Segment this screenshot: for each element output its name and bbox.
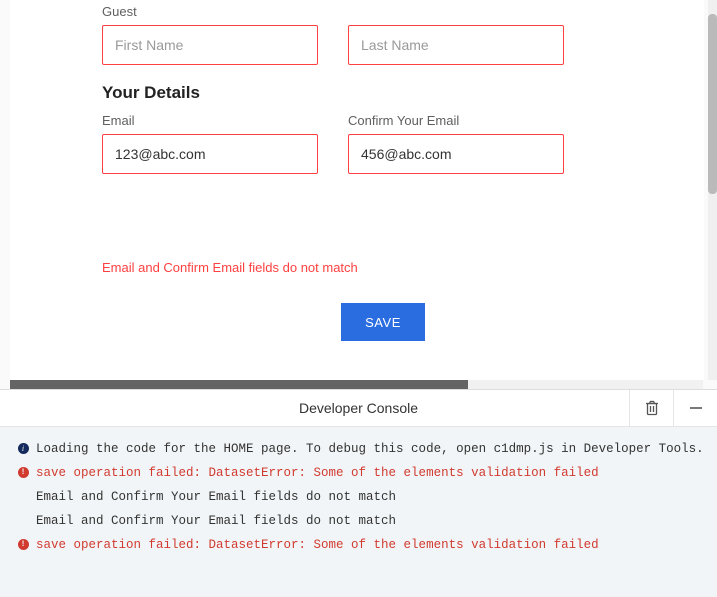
info-icon [18, 443, 29, 454]
console-log-text: save operation failed: DatasetError: Som… [30, 461, 599, 485]
console-log-line: Loading the code for the HOME page. To d… [16, 437, 701, 461]
first-name-input[interactable] [102, 25, 318, 65]
confirm-email-label: Confirm Your Email [348, 113, 564, 128]
your-details-heading: Your Details [102, 83, 664, 103]
last-name-input[interactable] [348, 25, 564, 65]
error-icon [18, 539, 29, 550]
console-title: Developer Console [0, 400, 717, 416]
console-clear-button[interactable] [629, 390, 673, 426]
email-input[interactable] [102, 134, 318, 174]
vertical-scrollbar-thumb[interactable] [708, 14, 717, 194]
console-log-text: Email and Confirm Your Email fields do n… [30, 509, 396, 533]
console-log-line: Email and Confirm Your Email fields do n… [16, 485, 701, 509]
console-body[interactable]: Loading the code for the HOME page. To d… [0, 427, 717, 597]
minimize-icon [689, 401, 703, 415]
error-icon [18, 467, 29, 478]
vertical-scrollbar-track[interactable] [708, 0, 717, 380]
console-log-line: Email and Confirm Your Email fields do n… [16, 509, 701, 533]
console-header: Developer Console [0, 389, 717, 427]
save-button[interactable]: SAVE [341, 303, 425, 341]
console-log-text: Loading the code for the HOME page. To d… [30, 437, 704, 461]
form-panel: Guest Your Details Email Confirm Your Em… [10, 0, 704, 380]
trash-icon [645, 400, 659, 416]
console-log-line: save operation failed: DatasetError: Som… [16, 533, 701, 557]
confirm-email-input[interactable] [348, 134, 564, 174]
preview-pane: Guest Your Details Email Confirm Your Em… [0, 0, 717, 389]
console-log-line: save operation failed: DatasetError: Som… [16, 461, 701, 485]
validation-error-text: Email and Confirm Email fields do not ma… [102, 260, 664, 275]
guest-label: Guest [102, 4, 664, 19]
email-label: Email [102, 113, 318, 128]
console-log-text: save operation failed: DatasetError: Som… [30, 533, 599, 557]
horizontal-scrollbar-track[interactable] [10, 380, 703, 389]
horizontal-scrollbar-thumb[interactable] [10, 380, 468, 389]
console-log-text: Email and Confirm Your Email fields do n… [30, 485, 396, 509]
console-minimize-button[interactable] [673, 390, 717, 426]
